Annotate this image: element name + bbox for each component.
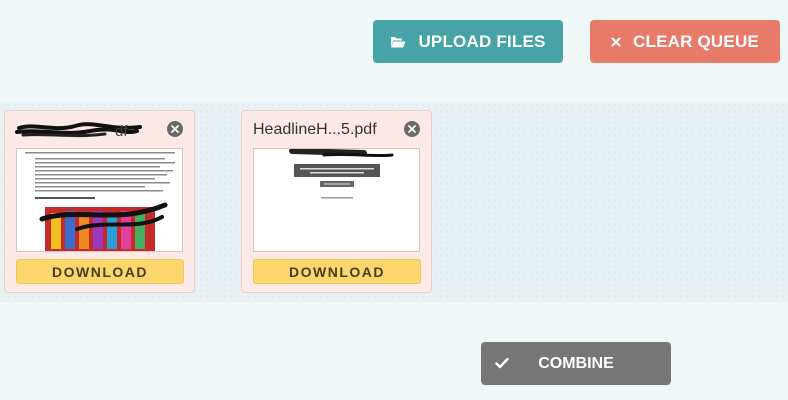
folder-open-icon	[390, 35, 406, 48]
download-button[interactable]: DOWNLOAD	[16, 259, 184, 284]
file-thumbnail	[253, 148, 420, 252]
toolbar: UPLOAD FILES CLEAR QUEUE	[0, 20, 788, 63]
close-icon	[611, 36, 621, 47]
upload-files-label: UPLOAD FILES	[418, 31, 546, 51]
check-icon	[495, 356, 509, 374]
clear-queue-button[interactable]: CLEAR QUEUE	[590, 20, 780, 63]
combine-label: COMBINE	[538, 354, 614, 372]
svg-text:df: df	[115, 123, 128, 140]
file-card: HeadlineH...5.pdf DOWNLOAD	[241, 110, 432, 293]
remove-file-button[interactable]	[404, 121, 420, 137]
file-name: HeadlineH...5.pdf	[253, 121, 377, 138]
redacted-file-name: df	[15, 119, 145, 146]
close-icon	[408, 120, 416, 138]
file-thumbnail	[16, 148, 183, 252]
remove-file-button[interactable]	[167, 121, 183, 137]
combine-button[interactable]: COMBINE	[481, 342, 671, 385]
clear-queue-label: CLEAR QUEUE	[633, 31, 759, 51]
close-icon	[171, 120, 179, 138]
file-card: df DOWNLOAD	[4, 110, 195, 293]
download-button[interactable]: DOWNLOAD	[253, 259, 421, 284]
upload-files-button[interactable]: UPLOAD FILES	[373, 20, 563, 63]
